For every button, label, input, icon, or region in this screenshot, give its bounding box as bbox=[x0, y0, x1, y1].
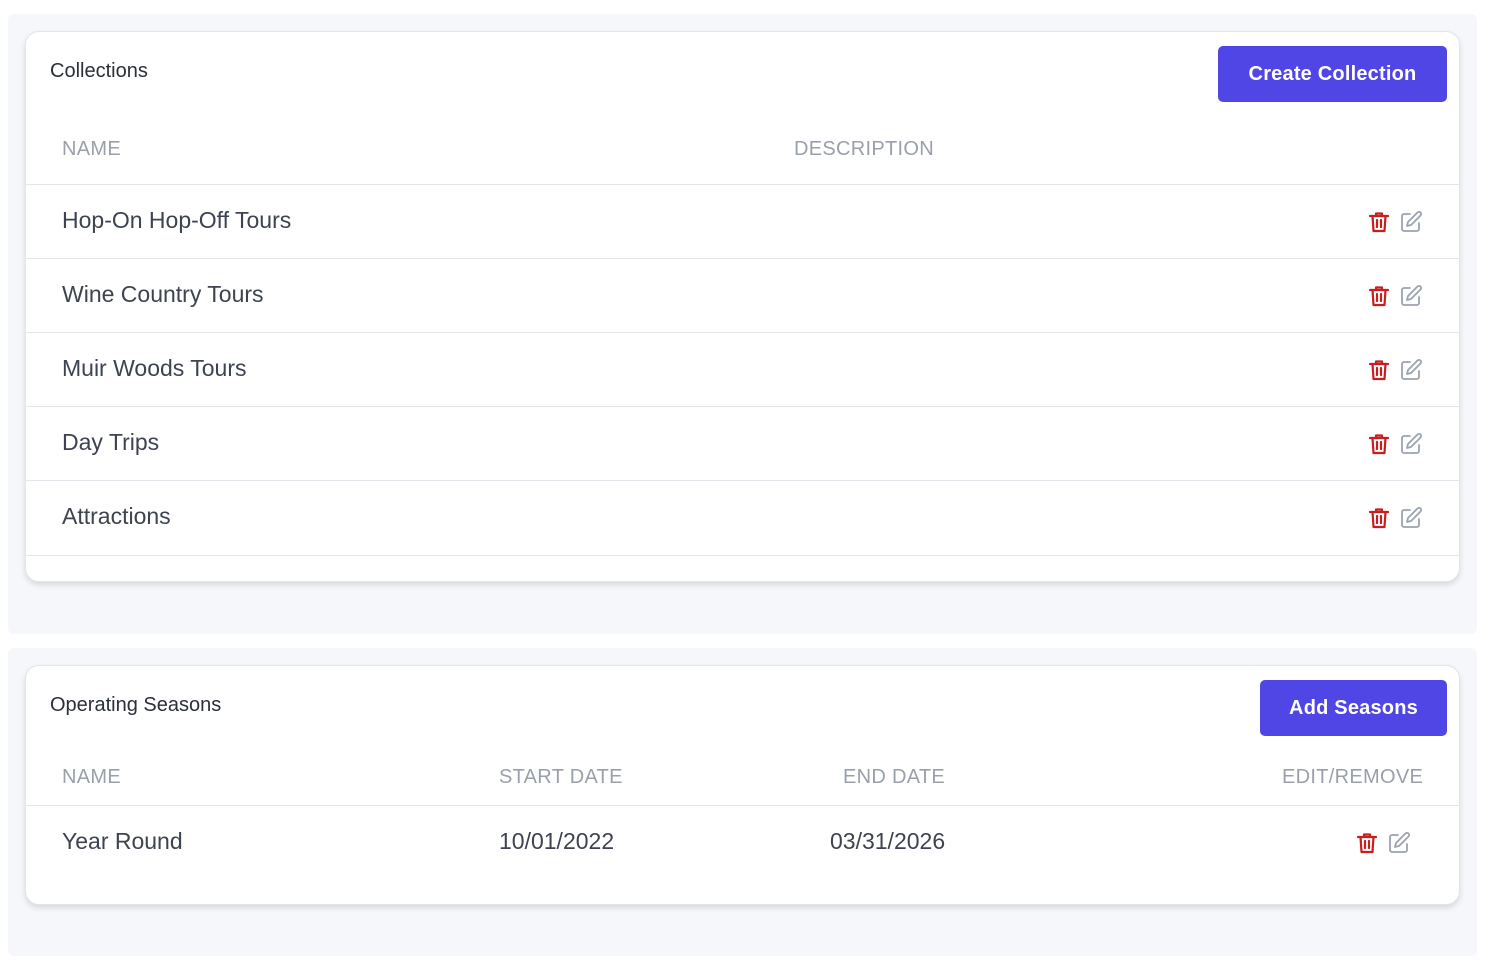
collection-name: Muir Woods Tours bbox=[62, 355, 247, 381]
table-row: Attractions bbox=[26, 480, 1459, 556]
edit-icon[interactable] bbox=[1399, 506, 1423, 530]
collection-name: Day Trips bbox=[62, 429, 160, 455]
trash-icon[interactable] bbox=[1367, 432, 1391, 456]
season-name: Year Round bbox=[62, 828, 183, 854]
table-row: Year Round 10/01/2022 03/31/2026 bbox=[26, 805, 1459, 880]
column-header-name: NAME bbox=[62, 138, 121, 160]
collection-name: Attractions bbox=[62, 503, 171, 529]
column-header-end-date: END DATE bbox=[843, 766, 946, 788]
edit-icon[interactable] bbox=[1387, 831, 1411, 855]
trash-icon[interactable] bbox=[1367, 210, 1391, 234]
season-start-date: 10/01/2022 bbox=[499, 828, 615, 854]
edit-icon[interactable] bbox=[1399, 358, 1423, 382]
column-header-edit-remove: EDIT/REMOVE bbox=[1282, 766, 1424, 788]
column-header-start-date: START DATE bbox=[499, 766, 623, 788]
trash-icon[interactable] bbox=[1367, 506, 1391, 530]
table-row: Day Trips bbox=[26, 406, 1459, 481]
column-header-name: NAME bbox=[62, 766, 121, 788]
edit-icon[interactable] bbox=[1399, 210, 1423, 234]
collection-name: Hop-On Hop-Off Tours bbox=[62, 207, 292, 233]
trash-icon[interactable] bbox=[1355, 831, 1379, 855]
edit-icon[interactable] bbox=[1399, 284, 1423, 308]
trash-icon[interactable] bbox=[1367, 284, 1391, 308]
table-row: Wine Country Tours bbox=[26, 258, 1459, 333]
season-end-date: 03/31/2026 bbox=[830, 828, 946, 854]
trash-icon[interactable] bbox=[1367, 358, 1391, 382]
seasons-section: Operating Seasons Add Seasons NAME START… bbox=[8, 648, 1477, 956]
table-row: Muir Woods Tours bbox=[26, 332, 1459, 407]
table-row: Hop-On Hop-Off Tours bbox=[26, 184, 1459, 259]
collections-title: Collections bbox=[50, 60, 148, 82]
collections-section: Collections Create Collection NAME DESCR… bbox=[8, 14, 1477, 634]
create-collection-button[interactable]: Create Collection bbox=[1218, 46, 1447, 102]
seasons-card: Operating Seasons Add Seasons NAME START… bbox=[25, 665, 1460, 905]
column-header-description: DESCRIPTION bbox=[794, 138, 934, 160]
add-seasons-button[interactable]: Add Seasons bbox=[1260, 680, 1447, 736]
collection-name: Wine Country Tours bbox=[62, 281, 264, 307]
edit-icon[interactable] bbox=[1399, 432, 1423, 456]
seasons-title: Operating Seasons bbox=[50, 694, 222, 716]
collections-card: Collections Create Collection NAME DESCR… bbox=[25, 31, 1460, 582]
